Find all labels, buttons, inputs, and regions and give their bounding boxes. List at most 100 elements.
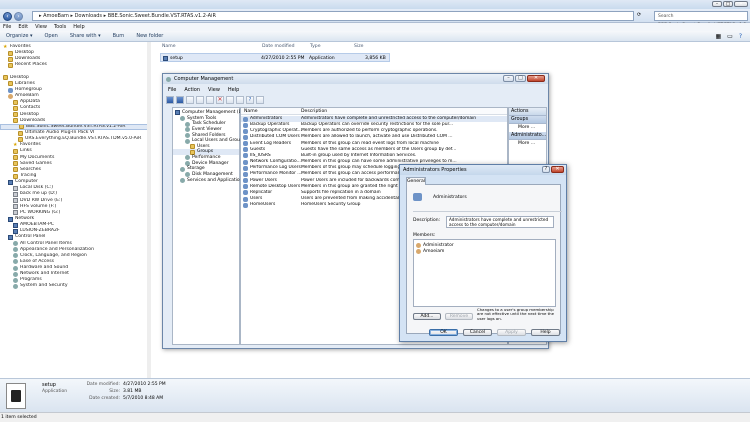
group-icon bbox=[243, 122, 248, 128]
share-with-button[interactable]: Share with ▾ bbox=[70, 33, 101, 39]
folder-icon bbox=[8, 56, 13, 62]
column-group-description[interactable]: Description bbox=[301, 109, 327, 114]
nav-item[interactable]: System and Security bbox=[0, 283, 149, 290]
cm-menu-view[interactable]: View bbox=[208, 87, 220, 93]
menu-item-edit[interactable]: Edit bbox=[18, 24, 28, 30]
menu-item-view[interactable]: View bbox=[35, 24, 47, 30]
cm-tree-pane: Computer Management (Local) System Tools T… bbox=[172, 107, 252, 345]
properties-dialog[interactable]: Administrators Properties ? ✕ General Ad… bbox=[399, 164, 567, 342]
size-value: 3.81 MB bbox=[123, 389, 142, 394]
cm-close-button[interactable]: ✕ bbox=[527, 75, 545, 82]
description-field[interactable]: Administrators have complete and unrestr… bbox=[446, 216, 554, 228]
gear-icon bbox=[13, 259, 18, 265]
export-list-icon[interactable] bbox=[236, 96, 244, 104]
tree-node-icon bbox=[180, 178, 185, 183]
nav-item-label: URS.Everything.EQ.Bundle.VST.RTAS.TDM.v5… bbox=[25, 136, 142, 142]
navigation-scrollbar[interactable] bbox=[147, 42, 151, 378]
refresh-icon[interactable] bbox=[226, 96, 234, 104]
burn-button[interactable]: Burn bbox=[113, 33, 125, 39]
file-row-setup[interactable]: setup 4/27/2010 2:55 PM Application 3,85… bbox=[160, 53, 390, 62]
cm-menu-help[interactable]: Help bbox=[228, 87, 239, 93]
dialog-help-icon[interactable]: ? bbox=[542, 166, 550, 173]
close-button[interactable]: ✕ bbox=[734, 1, 748, 7]
file-size: 3,856 KB bbox=[365, 55, 386, 61]
tree-node-icon bbox=[185, 121, 190, 127]
minimize-button[interactable]: – bbox=[712, 1, 722, 7]
drive-icon bbox=[13, 185, 18, 191]
group-icon bbox=[8, 87, 13, 93]
tab-general[interactable]: General bbox=[406, 177, 426, 185]
dialog-close-button[interactable]: ✕ bbox=[551, 166, 564, 173]
properties-icon[interactable] bbox=[256, 96, 264, 104]
status-bar: 1 item selected bbox=[0, 412, 750, 422]
drive-icon bbox=[13, 204, 18, 210]
cm-toolbar: ✕ ? bbox=[166, 95, 276, 105]
help-icon[interactable]: ? bbox=[739, 33, 742, 40]
cm-minimize-button[interactable]: – bbox=[503, 75, 514, 82]
menu-item-help[interactable]: Help bbox=[73, 24, 84, 30]
details-kind: Application bbox=[42, 389, 68, 394]
explorer-menu-bar: File Edit View Tools Help bbox=[0, 23, 750, 31]
folder-icon bbox=[13, 112, 18, 118]
column-type[interactable]: Type bbox=[310, 44, 321, 49]
change-view-icon[interactable]: ▦ bbox=[715, 33, 721, 40]
apply-button[interactable]: Apply bbox=[497, 329, 526, 336]
search-input[interactable]: Search BBE.Sonic.Sweet.Bundle.VST.RTAS.v… bbox=[654, 11, 748, 37]
organize-button[interactable]: Organize ▾ bbox=[6, 33, 33, 39]
delete-icon[interactable]: ✕ bbox=[216, 96, 224, 104]
tree-node-icon bbox=[185, 172, 190, 178]
member-item[interactable]: Amoeiam bbox=[416, 248, 553, 254]
cm-menu-action[interactable]: Action bbox=[184, 87, 200, 93]
date-created-label: Date created: bbox=[89, 396, 120, 401]
gear-icon bbox=[13, 253, 18, 259]
new-folder-button[interactable]: New folder bbox=[136, 33, 163, 39]
group-icon bbox=[413, 193, 422, 201]
column-name[interactable]: Name bbox=[162, 44, 176, 49]
computer-icon bbox=[13, 222, 18, 228]
actions-more-2[interactable]: More ... bbox=[509, 140, 546, 148]
preview-pane-icon[interactable]: ▭ bbox=[727, 33, 733, 40]
help-icon[interactable]: ? bbox=[246, 96, 254, 104]
cancel-button[interactable]: Cancel bbox=[463, 329, 492, 336]
actions-groups-section[interactable]: Groups bbox=[509, 116, 546, 124]
member-name: Amoeiam bbox=[423, 248, 445, 254]
gear-icon bbox=[13, 241, 18, 247]
menu-item-tools[interactable]: Tools bbox=[54, 24, 66, 30]
tree-item[interactable]: Services and Applications bbox=[173, 178, 245, 184]
add-button[interactable]: Add... bbox=[413, 313, 441, 320]
show-hide-tree-icon[interactable] bbox=[196, 96, 204, 104]
address-field[interactable]: ▸ AmoeBam ▸ Downloads ▸ BBE.Sonic.Sweet.… bbox=[32, 11, 634, 21]
tree-node-icon bbox=[185, 138, 190, 144]
up-icon[interactable] bbox=[186, 96, 194, 104]
maximize-button[interactable]: □ bbox=[723, 1, 733, 7]
column-size[interactable]: Size bbox=[354, 44, 363, 49]
cm-title-bar[interactable]: Computer Management bbox=[163, 74, 548, 84]
folder-icon bbox=[13, 99, 18, 105]
actions-administrators-section[interactable]: Administrato... bbox=[509, 132, 546, 140]
menu-item-file[interactable]: File bbox=[3, 24, 11, 30]
members-list[interactable]: Administrator Amoeiam bbox=[413, 239, 556, 307]
gear-icon bbox=[13, 277, 18, 283]
back-button[interactable]: ‹ bbox=[3, 12, 12, 21]
back-icon[interactable] bbox=[166, 96, 174, 104]
new-group-icon[interactable] bbox=[206, 96, 214, 104]
cm-menu-file[interactable]: File bbox=[168, 87, 176, 93]
refresh-icon[interactable]: ⟳ bbox=[637, 12, 651, 20]
group-icon bbox=[243, 159, 248, 165]
folder-icon bbox=[13, 167, 18, 173]
nav-item-label: System and Security bbox=[20, 283, 68, 289]
file-list-header: Name Date modified Type Size bbox=[152, 42, 750, 51]
help-button[interactable]: Help bbox=[531, 329, 560, 336]
actions-more-1[interactable]: More ... bbox=[509, 124, 546, 132]
open-button[interactable]: Open bbox=[45, 33, 58, 39]
forward-icon[interactable] bbox=[176, 96, 184, 104]
group-icon bbox=[243, 178, 248, 184]
cm-menu-bar: File Action View Help bbox=[163, 86, 548, 94]
explorer-title-bar[interactable] bbox=[0, 0, 750, 9]
ok-button[interactable]: OK bbox=[429, 329, 458, 336]
column-group-name[interactable]: Name bbox=[244, 109, 258, 114]
column-date-modified[interactable]: Date modified bbox=[262, 44, 295, 49]
remove-button[interactable]: Remove bbox=[445, 313, 473, 320]
forward-button[interactable]: › bbox=[14, 12, 23, 21]
cm-maximize-button[interactable]: □ bbox=[515, 75, 526, 82]
